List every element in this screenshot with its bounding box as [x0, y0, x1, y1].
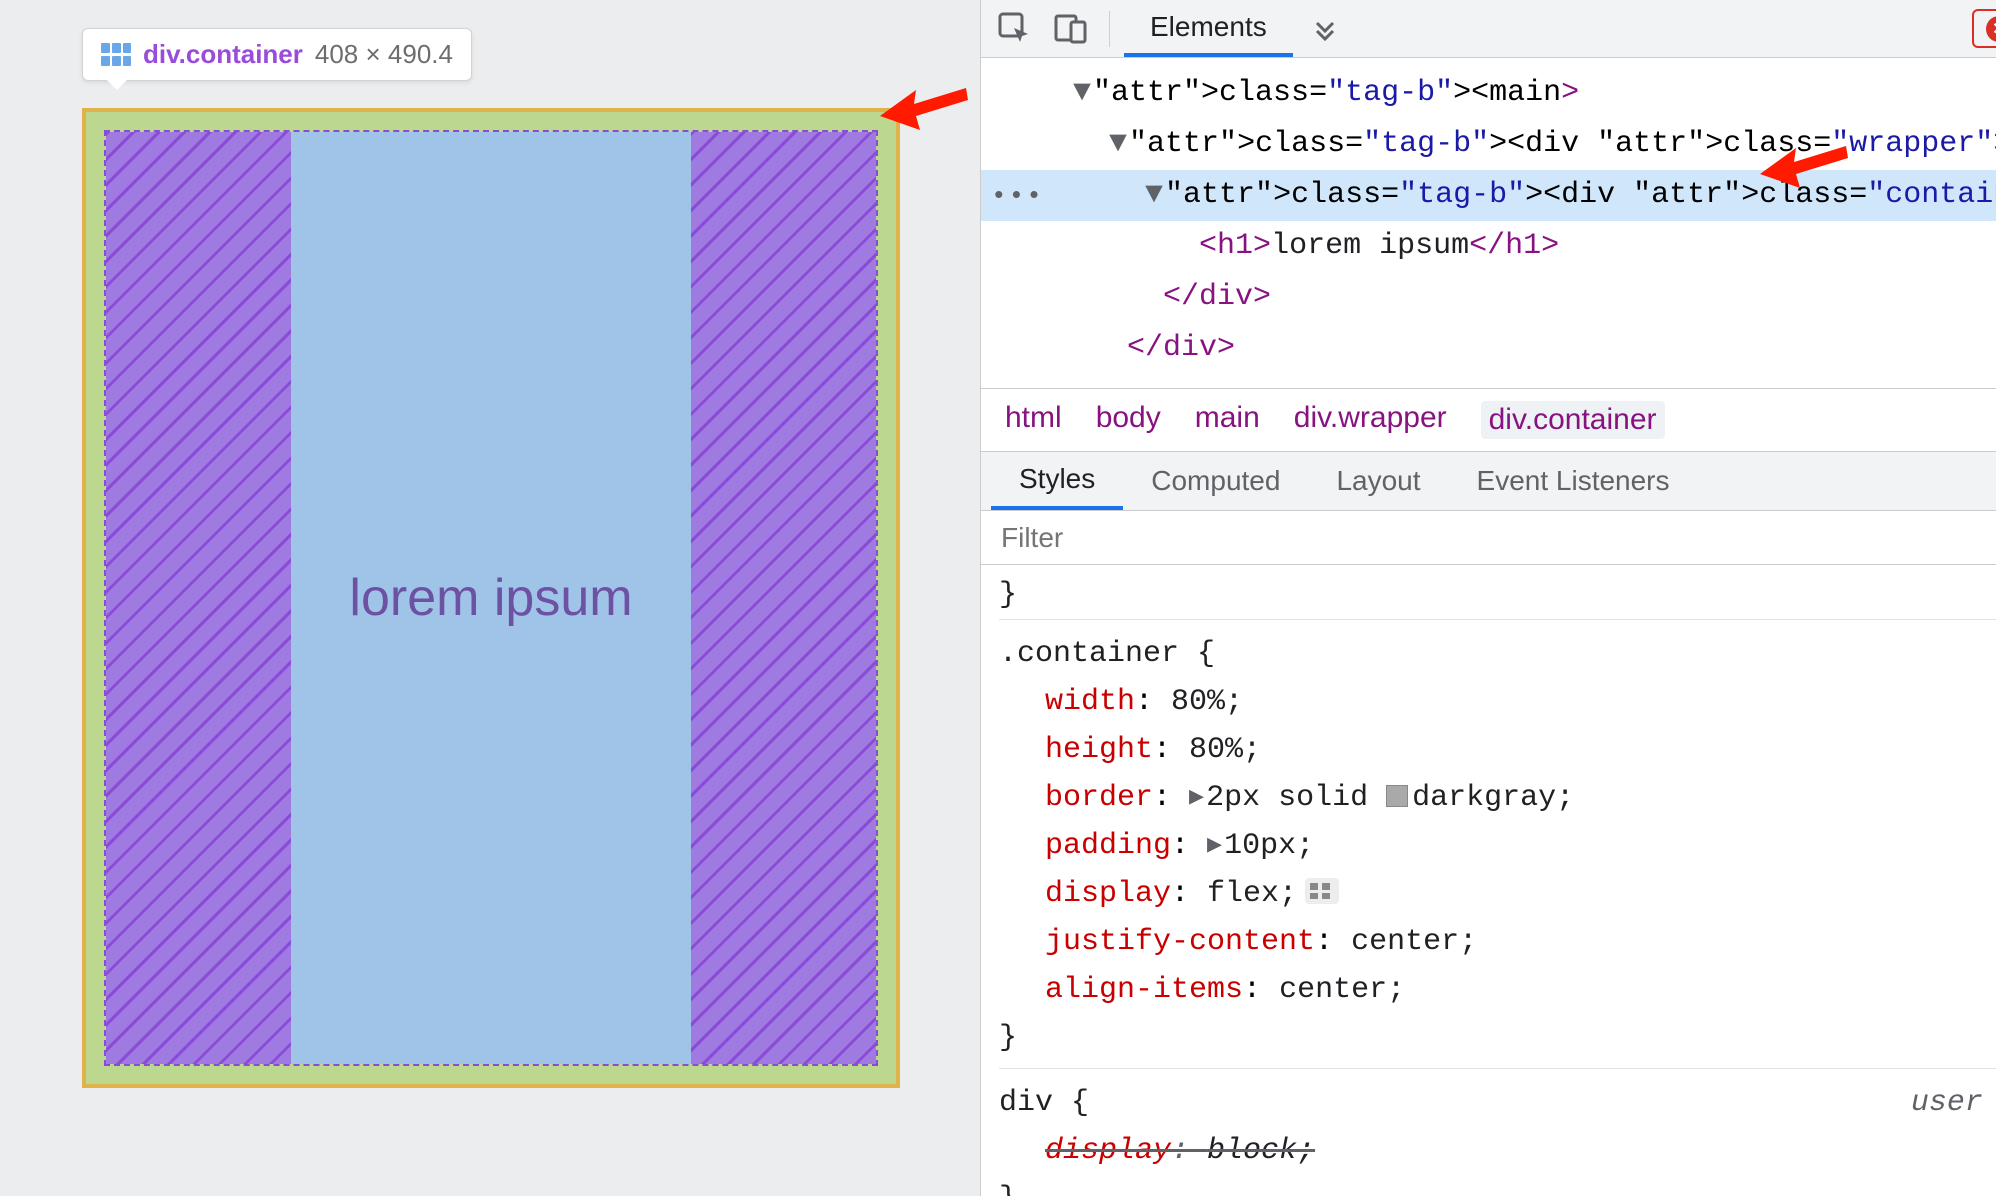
css-rule-ua[interactable]: user agent stylesheet div { display: blo… [999, 1068, 1996, 1196]
disclosure-triangle-icon[interactable]: ▼ [1109, 119, 1129, 170]
dom-tree-line[interactable]: <h1>lorem ipsum</h1> [981, 221, 1996, 272]
styles-filter-row: :hov .cls + [981, 511, 1996, 566]
css-declaration[interactable]: justify-content: center; [999, 918, 1996, 966]
styles-subtab[interactable]: Computed [1123, 452, 1308, 509]
breadcrumb-item[interactable]: div.container [1481, 401, 1665, 439]
styles-subtab[interactable]: Layout [1308, 452, 1448, 509]
breadcrumb-item[interactable]: main [1195, 401, 1260, 439]
dom-tree-line[interactable]: ▼"attr">class="tag-b"><main> [981, 68, 1996, 119]
devtools-panel: Elements 1 1 ▼"attr">class="tag-b"><main… [980, 0, 1996, 1196]
css-declaration[interactable]: border: ▸2px solid darkgray; [999, 774, 1996, 822]
annotation-arrow [880, 70, 970, 140]
highlight-content-region: lorem ipsum [104, 130, 878, 1066]
flex-free-space-left [106, 132, 291, 1064]
css-selector[interactable]: div { [999, 1086, 1089, 1120]
devtools-main-tabs: Elements [1124, 0, 1293, 57]
styles-subtab[interactable]: Event Listeners [1449, 452, 1698, 509]
toolbar-separator [1109, 11, 1110, 47]
css-close-brace: } [999, 1182, 1017, 1196]
css-close-brace: } [999, 1021, 1017, 1055]
css-declaration[interactable]: display: block; [999, 1127, 1996, 1175]
inspect-element-icon[interactable] [991, 5, 1039, 53]
ellipsis-icon[interactable]: ••• [991, 174, 1044, 218]
devtools-toolbar: Elements 1 1 [981, 0, 1996, 58]
flex-layout-icon [101, 43, 131, 67]
preview-heading: lorem ipsum [349, 568, 632, 628]
tooltip-dimensions: 408 × 490.4 [315, 39, 453, 70]
dom-breadcrumbs: html body main div.wrapper div.container [981, 388, 1996, 452]
css-declaration[interactable]: padding: ▸10px; [999, 822, 1996, 870]
tooltip-element-name: div.container [143, 39, 303, 70]
dom-tree[interactable]: ▼"attr">class="tag-b"><main> ▼"attr">cla… [981, 58, 1996, 388]
styles-subtab[interactable]: Styles [991, 452, 1123, 509]
flex-editor-icon[interactable] [1305, 878, 1339, 904]
flex-item: lorem ipsum [291, 132, 691, 1064]
dom-tree-line[interactable]: </div> [981, 272, 1996, 323]
css-rule-container[interactable]: css-flexbox:313 .container { width: 80%;… [999, 619, 1996, 1068]
inspect-tooltip: div.container 408 × 490.4 [82, 28, 472, 81]
disclosure-triangle-icon[interactable]: ▼ [1145, 170, 1165, 221]
css-declaration[interactable]: width: 80%; [999, 678, 1996, 726]
breadcrumb-item[interactable]: body [1096, 401, 1161, 439]
expand-triangle-icon[interactable]: ▸ [1189, 781, 1204, 815]
flex-free-space-right [691, 132, 876, 1064]
expand-triangle-icon[interactable]: ▸ [1207, 829, 1222, 863]
disclosure-triangle-icon[interactable]: ▼ [1073, 68, 1093, 119]
breadcrumb-item[interactable]: div.wrapper [1294, 401, 1447, 439]
dom-tree-line[interactable]: </div> [981, 323, 1996, 374]
css-selector[interactable]: .container { [999, 637, 1215, 671]
styles-filter-input[interactable] [981, 511, 1996, 565]
element-highlight: lorem ipsum [82, 108, 900, 1088]
rule-source-ua: user agent stylesheet [1911, 1079, 1996, 1127]
tab-elements[interactable]: Elements [1124, 0, 1293, 57]
annotation-arrow [1760, 128, 1850, 198]
css-rules-pane[interactable]: } css-flexbox:313 .container { width: 80… [981, 565, 1996, 1196]
styles-subtabs: StylesComputedLayoutEvent Listeners [981, 452, 1996, 510]
error-count-badge[interactable]: 1 [1972, 9, 1996, 48]
page-preview: div.container 408 × 490.4 lorem ipsum [0, 0, 980, 1196]
color-swatch-icon[interactable] [1386, 785, 1408, 807]
error-icon [1986, 16, 1996, 42]
device-toggle-icon[interactable] [1047, 5, 1095, 53]
css-declaration[interactable]: height: 80%; [999, 726, 1996, 774]
css-declaration[interactable]: display: flex; [999, 870, 1996, 918]
more-tabs-icon[interactable] [1301, 5, 1349, 53]
css-declaration[interactable]: align-items: center; [999, 966, 1996, 1014]
breadcrumb-item[interactable]: html [1005, 401, 1062, 439]
